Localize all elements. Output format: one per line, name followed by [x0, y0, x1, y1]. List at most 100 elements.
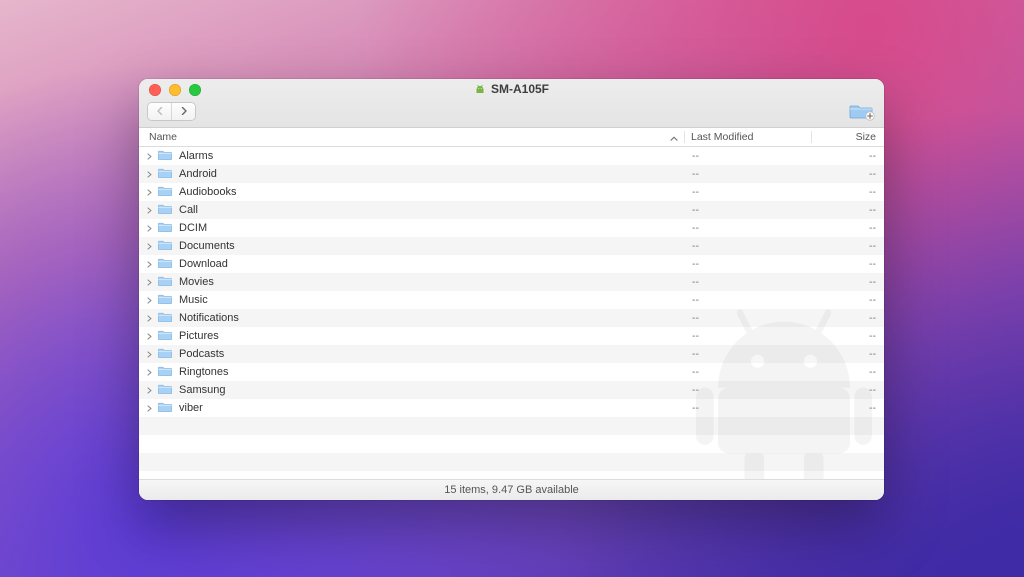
row-size: -- [812, 366, 884, 378]
folder-icon [158, 383, 172, 397]
chevron-right-icon[interactable] [145, 314, 154, 323]
chevron-right-icon[interactable] [145, 296, 154, 305]
row-name: Audiobooks [179, 186, 237, 198]
row-name: Notifications [179, 312, 239, 324]
row-name: Music [179, 294, 208, 306]
row-size: -- [812, 276, 884, 288]
table-row[interactable]: Alarms---- [139, 147, 884, 165]
row-modified: -- [686, 258, 812, 270]
row-name: Call [179, 204, 198, 216]
chevron-right-icon[interactable] [145, 386, 154, 395]
column-header-name[interactable]: Name [139, 131, 684, 143]
folder-icon [158, 293, 172, 307]
folder-icon [158, 167, 172, 181]
chevron-right-icon[interactable] [145, 152, 154, 161]
row-modified: -- [686, 348, 812, 360]
new-folder-button[interactable] [848, 100, 876, 122]
folder-icon [158, 185, 172, 199]
row-size: -- [812, 294, 884, 306]
folder-icon [158, 257, 172, 271]
table-row[interactable]: Download ---- [139, 255, 884, 273]
chevron-right-icon[interactable] [145, 260, 154, 269]
row-name: Podcasts [179, 348, 224, 360]
table-row[interactable]: Pictures---- [139, 327, 884, 345]
row-size: -- [812, 204, 884, 216]
table-row[interactable]: Call---- [139, 201, 884, 219]
row-name: DCIM [179, 222, 207, 234]
column-headers: Name Last Modified Size [139, 128, 884, 147]
folder-icon [158, 203, 172, 217]
sort-ascending-icon [670, 135, 678, 145]
back-button[interactable] [148, 103, 171, 120]
folder-icon [158, 149, 172, 163]
row-size: -- [812, 168, 884, 180]
chevron-right-icon[interactable] [145, 242, 154, 251]
table-row[interactable]: Ringtones ---- [139, 363, 884, 381]
column-header-modified[interactable]: Last Modified [684, 131, 811, 143]
folder-icon [158, 311, 172, 325]
table-row[interactable]: Audiobooks ---- [139, 183, 884, 201]
folder-icon [158, 221, 172, 235]
column-header-size[interactable]: Size [811, 131, 884, 143]
chevron-right-icon[interactable] [145, 188, 154, 197]
folder-icon [158, 239, 172, 253]
chevron-right-icon[interactable] [145, 404, 154, 413]
minimize-button[interactable] [169, 84, 181, 96]
table-row[interactable]: Notifications ---- [139, 309, 884, 327]
android-icon [474, 83, 486, 98]
row-modified: -- [686, 294, 812, 306]
row-modified: -- [686, 402, 812, 414]
row-name: Pictures [179, 330, 219, 342]
status-bar: 15 items, 9.47 GB available [139, 479, 884, 500]
chevron-right-icon[interactable] [145, 224, 154, 233]
row-size: -- [812, 150, 884, 162]
table-row[interactable]: Movies ---- [139, 273, 884, 291]
row-modified: -- [686, 312, 812, 324]
folder-icon [158, 365, 172, 379]
chevron-right-icon[interactable] [145, 170, 154, 179]
nav-buttons [147, 102, 196, 121]
row-size: -- [812, 402, 884, 414]
forward-button[interactable] [171, 103, 195, 120]
table-row[interactable]: Music ---- [139, 291, 884, 309]
table-row[interactable]: Samsung ---- [139, 381, 884, 399]
chevron-right-icon[interactable] [145, 278, 154, 287]
row-modified: -- [686, 384, 812, 396]
chevron-right-icon[interactable] [145, 206, 154, 215]
folder-icon [158, 275, 172, 289]
row-name: Download [179, 258, 228, 270]
row-name: Ringtones [179, 366, 229, 378]
window-title: SM-A105F [139, 82, 884, 98]
row-size: -- [812, 312, 884, 324]
row-name: Alarms [179, 150, 213, 162]
titlebar[interactable]: SM-A105F [139, 79, 884, 128]
row-modified: -- [686, 168, 812, 180]
close-button[interactable] [149, 84, 161, 96]
window-controls [139, 84, 201, 96]
folder-icon [158, 347, 172, 361]
file-list[interactable]: Alarms----Android----Audiobooks----Call-… [139, 147, 884, 479]
row-modified: -- [686, 276, 812, 288]
folder-icon [158, 401, 172, 415]
table-row[interactable]: Android---- [139, 165, 884, 183]
zoom-button[interactable] [189, 84, 201, 96]
row-name: Documents [179, 240, 235, 252]
row-size: -- [812, 222, 884, 234]
chevron-right-icon[interactable] [145, 332, 154, 341]
row-modified: -- [686, 222, 812, 234]
table-row[interactable]: viber---- [139, 399, 884, 417]
table-row[interactable]: DCIM ---- [139, 219, 884, 237]
table-row[interactable]: Podcasts---- [139, 345, 884, 363]
row-size: -- [812, 258, 884, 270]
folder-icon [158, 329, 172, 343]
row-modified: -- [686, 186, 812, 198]
chevron-right-icon[interactable] [145, 368, 154, 377]
row-size: -- [812, 384, 884, 396]
row-name: Samsung [179, 384, 225, 396]
chevron-right-icon[interactable] [145, 350, 154, 359]
row-size: -- [812, 186, 884, 198]
row-name: Movies [179, 276, 214, 288]
row-modified: -- [686, 366, 812, 378]
row-modified: -- [686, 330, 812, 342]
table-row[interactable]: Documents---- [139, 237, 884, 255]
